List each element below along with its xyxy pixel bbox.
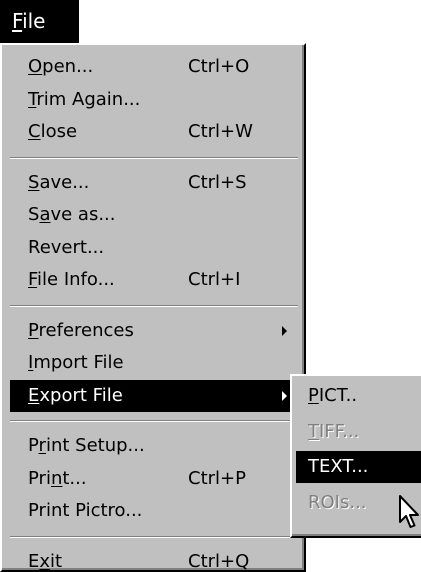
menu-item-print[interactable]: Print... Ctrl+P xyxy=(10,463,296,495)
submenu-item-label: TEXT... xyxy=(308,456,369,477)
menu-item-shortcut: Ctrl+O xyxy=(188,56,250,77)
menubar-file-title[interactable]: File xyxy=(0,0,79,43)
menu-item-label: Open... xyxy=(28,56,94,77)
menu-item-label: Trim Again... xyxy=(28,88,141,110)
menu-item-label: Close xyxy=(28,121,78,142)
menu-item-print-setup[interactable]: Print Setup... xyxy=(10,430,296,462)
menu-item-save[interactable]: Save... Ctrl+S xyxy=(10,167,296,199)
menu-item-shortcut: Ctrl+S xyxy=(188,171,247,193)
submenu-item-label: ROIs... xyxy=(308,491,367,513)
submenu-item-text[interactable]: TEXT... xyxy=(296,451,421,483)
menu-separator xyxy=(10,420,298,422)
submenu-item-label: TIFF... xyxy=(308,420,360,442)
menu-item-export-file[interactable]: Export File xyxy=(10,379,296,412)
menu-item-label: Print Setup... xyxy=(28,435,145,456)
submenu-item-label: PICT.. xyxy=(308,385,358,406)
menubar-file-label: File xyxy=(12,9,46,33)
submenu-item-pict[interactable]: PICT.. xyxy=(296,380,421,412)
menu-separator xyxy=(10,304,298,307)
menu-item-preferences[interactable]: Preferences xyxy=(10,315,296,347)
menu-item-open[interactable]: Open... Ctrl+O xyxy=(10,51,296,83)
menu-item-save-as[interactable]: Save as... xyxy=(10,199,296,231)
menu-item-shortcut: Ctrl+Q xyxy=(188,550,250,572)
menu-item-label: Print Pictro... xyxy=(28,500,143,521)
arrow-pointer-icon xyxy=(399,495,419,528)
menu-separator xyxy=(10,156,298,159)
file-menu: Open... Ctrl+O Trim Again... Close Ctrl+W Sav… xyxy=(0,43,306,572)
triangle-right-icon xyxy=(282,390,287,401)
menu-item-label: Import File xyxy=(28,352,124,373)
menu-item-label: Save... xyxy=(28,171,90,193)
menu-separator xyxy=(10,535,298,538)
menu-item-label: File Info... xyxy=(28,269,115,290)
menu-item-label: Export File xyxy=(28,384,123,406)
menu-item-shortcut: Ctrl+W xyxy=(188,121,253,142)
menu-item-label: Exit xyxy=(28,550,63,572)
menu-item-revert[interactable]: Revert... xyxy=(10,232,296,264)
menu-item-close[interactable]: Close Ctrl+W xyxy=(10,116,296,148)
triangle-right-icon xyxy=(282,325,287,336)
menu-item-label: Print... xyxy=(28,467,87,489)
menu-item-exit[interactable]: Exit Ctrl+Q xyxy=(10,546,296,572)
menu-item-import-file[interactable]: Import File xyxy=(10,347,296,379)
submenu-item-tiff: TIFF... xyxy=(296,416,421,448)
menu-item-file-info[interactable]: File Info... Ctrl+I xyxy=(10,264,296,296)
menu-item-label: Revert... xyxy=(28,236,105,258)
menu-item-label: Save as... xyxy=(28,204,116,225)
menu-item-shortcut: Ctrl+I xyxy=(188,269,241,290)
menu-item-trim-again[interactable]: Trim Again... xyxy=(10,84,296,116)
menu-item-print-pictro[interactable]: Print Pictro... xyxy=(10,495,296,527)
menu-item-shortcut: Ctrl+P xyxy=(188,467,246,489)
menu-item-label: Preferences xyxy=(28,319,134,341)
